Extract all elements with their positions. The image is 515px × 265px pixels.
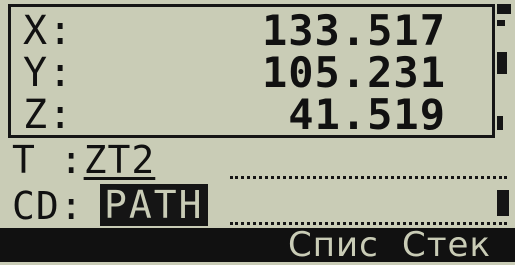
coord-row-x: X: 133.517: [11, 6, 492, 55]
softkey-list-button[interactable]: Спис: [288, 228, 379, 262]
softkey-bar: Спис Стек: [0, 228, 515, 262]
target-label: T :: [12, 138, 84, 182]
coord-y-value: 105.231: [261, 48, 446, 97]
code-label: CD:: [12, 184, 84, 228]
target-field-dots: [230, 176, 507, 179]
coord-z-label: Z:: [23, 92, 74, 138]
status-icons: [497, 4, 513, 138]
code-field[interactable]: PATH: [100, 184, 208, 228]
code-side-icon-wrap: [497, 186, 513, 220]
softkey-stack-button[interactable]: Стек: [402, 228, 491, 262]
cursor-icon: [497, 190, 509, 216]
coordinates-panel: X: 133.517 Y: 105.231 Z: 41.519: [8, 4, 495, 138]
status-mark-icon: [497, 20, 505, 26]
surveying-screen: X: 133.517 Y: 105.231 Z: 41.519 T :ZT2 C…: [0, 0, 515, 262]
target-row: T :ZT2: [12, 138, 155, 182]
coord-x-label: X:: [23, 8, 74, 54]
coord-z-value: 41.519: [288, 90, 446, 139]
coord-row-y: Y: 105.231: [11, 48, 492, 97]
battery-icon: [497, 52, 507, 74]
coord-row-z: Z: 41.519: [11, 90, 492, 139]
signal-icon: [497, 116, 503, 130]
code-row: CD:: [12, 184, 84, 228]
status-block-icon: [497, 4, 511, 14]
target-value[interactable]: ZT2: [84, 138, 156, 182]
coord-y-label: Y:: [23, 50, 74, 96]
code-input[interactable]: PATH: [100, 184, 208, 226]
coord-x-value: 133.517: [261, 6, 446, 55]
